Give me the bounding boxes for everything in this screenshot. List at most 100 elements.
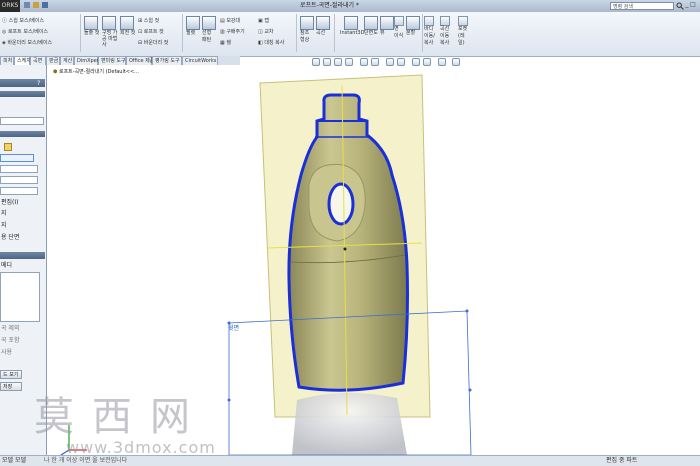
section-option[interactable]: 용 단면 [1,234,19,242]
wrap-button[interactable]: ▣ 랩 [258,18,269,25]
show-preview-button[interactable]: 드 보기 [0,370,22,379]
panel-subheader [0,91,45,97]
rib-button[interactable]: ▤ 보강대 [220,18,240,25]
tab-6[interactable]: 편미링 도구 [98,56,126,65]
plane-handle[interactable] [465,309,469,313]
extruded-cut-button[interactable]: 돌출 컷 [84,16,100,36]
exclude-option[interactable]: 곡 제외 [1,325,19,333]
pocket-rail-label: 포켓 (레일) [458,26,468,46]
search-icon[interactable] [676,2,684,10]
hole-wizard-button[interactable]: 구멍 가공 마법사 [102,16,118,48]
tab-2[interactable]: 곡면 [30,56,46,65]
tab-1[interactable]: 스케치 [14,56,31,65]
move-copy-body-button[interactable]: 바디 이동/복사 [424,16,436,47]
mirror-button[interactable]: ◧ 대칭 복사 [258,40,284,47]
value-field-1[interactable] [0,165,38,173]
selection-list[interactable] [0,272,40,322]
option-label-2[interactable]: 지 [1,222,7,230]
plane-label: 윗면 [228,325,240,332]
move-copy-curve-label: 곡선 이동 복사 [440,26,450,46]
tab-3[interactable]: 판금 [46,56,60,65]
intersect-button[interactable]: ◫ 교차 [258,29,274,36]
face-transplant-label: 면 이식 [394,26,404,39]
split-icon [406,16,420,30]
watermark-url: www.3dmox.com [66,438,216,457]
move-copy-curve-button[interactable]: 곡선 이동 복사 [440,16,452,47]
selection-field[interactable] [0,117,44,125]
value-field-3[interactable] [0,187,38,195]
face-transplant-button[interactable]: 면 이식 [394,16,404,40]
app-logo: ORKS [0,0,20,12]
fillet-button[interactable]: 필렛 [186,16,200,37]
instant3d-button[interactable]: Instant3D [340,16,365,37]
shell-button[interactable]: ▦ 쉘 [220,40,231,47]
hole-wizard-label: 구멍 가공 마법사 [102,30,118,48]
save-button[interactable]: 저장 [0,382,22,391]
origin-point[interactable] [343,247,347,251]
plane-handle[interactable] [468,388,472,392]
curves-button[interactable]: 곡선 [316,16,330,37]
maximize-button[interactable]: □ [690,1,696,9]
pocket-rail-button[interactable]: 포켓 (레일) [458,16,470,47]
view-button[interactable]: 뷰 [380,16,394,37]
new-icon[interactable] [24,2,30,8]
command-search-input[interactable]: 명령 검색 [610,2,674,10]
tab-0[interactable]: 피처 [0,56,14,65]
include-option[interactable]: 곡 포함 [1,337,19,345]
tab-8[interactable]: 평가링 도구 [152,56,182,65]
linear-pattern-button[interactable]: 선형 패턴 [202,16,216,44]
section-view-icon [364,16,378,30]
active-selection-field[interactable] [0,154,34,162]
open-icon[interactable] [33,2,39,8]
document-title: 로프트-곡면-절라내기 * [300,2,359,9]
instant3d-icon [344,16,358,30]
reference-geometry-icon [300,16,314,30]
move-copy-curve-icon [440,16,450,26]
floor-reflection [292,392,407,455]
instant3d-label: Instant3D [340,30,365,36]
tab-7[interactable]: Office 제품 [126,56,154,65]
split-button[interactable]: 분할 [406,16,420,37]
sweep-boss-button[interactable]: ⓘ 스윕 보스/베이스 [2,18,44,25]
handle-hole[interactable] [327,182,355,226]
tab-5[interactable]: DimXpert [74,56,101,65]
tab-4[interactable]: 계산 [60,56,74,65]
swept-cut-button[interactable]: ⊞ 스윕 컷 [138,18,159,25]
linear-pattern-label: 선형 패턴 [202,30,212,43]
extruded-cut-label: 돌출 컷 [84,30,100,36]
reference-geometry-button[interactable]: 참조 형상 [300,16,314,44]
boundary-boss-button[interactable]: ◈ 바운더리 보스/베이스 [2,40,52,47]
status-bar: 모델 모델 나 한 개 이상 이면 올 보전입니다 편집 중 파트 [0,455,700,466]
quick-access-toolbar[interactable] [24,2,84,10]
face-select-icon[interactable] [4,143,12,151]
section-header [0,131,45,137]
save-icon[interactable] [42,2,48,8]
fillet-icon [186,16,200,30]
draft-button[interactable]: ▥ 구배주기 [220,29,245,36]
reference-geometry-label: 참조 형상 [300,30,310,43]
boundary-cut-button[interactable]: ⊟ 바운더리 컷 [138,40,168,47]
ribbon-separator [422,14,423,52]
lofted-cut-button[interactable]: ⊡ 로프트 컷 [138,29,164,36]
value-field-2[interactable] [0,176,38,184]
edit-option[interactable]: 편집(I) [1,199,19,207]
face-transplant-icon [394,16,404,26]
list-header: 메디 [1,262,13,269]
loft-boss-button[interactable]: ◎ 로프트 보스/베이스 [2,29,48,36]
curves-label: 곡선 [316,30,326,36]
curves-icon [316,16,330,30]
extruded-cut-icon [84,16,98,30]
use-option[interactable]: 사용 [1,349,12,357]
section-view-button[interactable]: 단면도 [364,16,378,37]
fillet-label: 필렛 [186,30,196,36]
ribbon-separator [296,14,297,52]
revolved-cut-label: 회전 컷 [120,30,136,36]
tab-9[interactable]: CircuitWorks [182,56,218,65]
revolved-cut-icon [120,16,134,30]
plane-handle[interactable] [227,398,231,402]
linear-pattern-icon [202,16,216,30]
help-icon[interactable]: ? [37,80,40,87]
move-copy-body-label: 바디 이동/복사 [424,26,435,46]
revolved-cut-button[interactable]: 회전 컷 [120,16,136,36]
option-label-1[interactable]: 지 [1,210,7,218]
